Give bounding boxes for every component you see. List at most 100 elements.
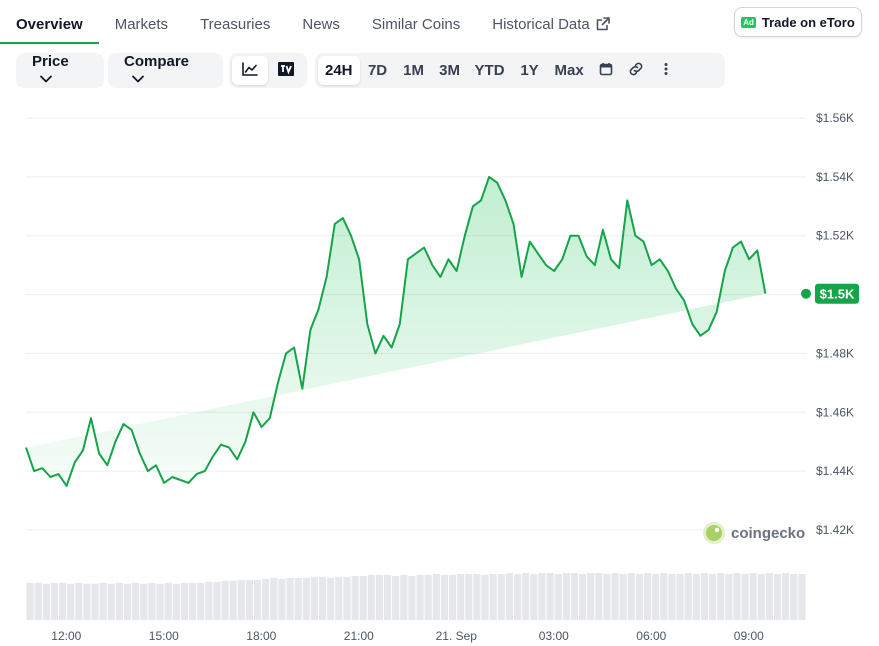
volume-bar xyxy=(668,573,676,620)
volume-bar xyxy=(449,574,457,620)
volume-bar xyxy=(660,573,668,620)
volume-bar xyxy=(237,579,245,620)
volume-bar xyxy=(465,573,473,620)
x-tick-label: 09:00 xyxy=(734,629,764,643)
volume-bar xyxy=(140,583,148,620)
volume-bar xyxy=(286,577,294,620)
volume-bar xyxy=(294,577,302,620)
volume-bar xyxy=(481,574,489,620)
volume-bar xyxy=(205,581,213,620)
volume-bar xyxy=(611,573,619,620)
coingecko-logo-icon xyxy=(703,522,725,544)
volume-bar xyxy=(245,579,253,620)
volume-bar xyxy=(197,582,205,620)
volume-bar xyxy=(765,573,773,620)
volume-bar xyxy=(570,573,578,620)
volume-bar xyxy=(335,576,343,620)
volume-bar xyxy=(790,573,798,620)
x-tick-label: 03:00 xyxy=(539,629,569,643)
volume-bar xyxy=(367,574,375,620)
volume-bar xyxy=(733,573,741,620)
volume-bar xyxy=(644,573,652,620)
volume-bar xyxy=(180,582,188,620)
volume-bar xyxy=(400,574,408,620)
volume-bar xyxy=(652,573,660,620)
y-tick-label: $1.46K xyxy=(816,405,854,419)
volume-bar xyxy=(172,583,180,620)
volume-bar xyxy=(424,574,432,620)
volume-bar xyxy=(619,573,627,620)
volume-bar xyxy=(416,574,424,620)
volume-bar xyxy=(579,573,587,620)
volume-bar xyxy=(148,582,156,620)
volume-bar xyxy=(489,573,497,620)
volume-bar xyxy=(473,573,481,620)
volume-bar xyxy=(700,573,708,620)
volume-bar xyxy=(497,573,505,620)
volume-bar xyxy=(351,575,359,620)
volume-bar xyxy=(530,573,538,620)
volume-bar xyxy=(189,582,197,620)
volume-bar xyxy=(50,582,58,620)
volume-bar xyxy=(554,573,562,620)
volume-bar xyxy=(725,573,733,620)
current-price-dot xyxy=(801,288,811,299)
y-tick-label: $1.44K xyxy=(816,464,854,478)
price-area-fill xyxy=(26,176,766,486)
volume-bar xyxy=(254,579,262,620)
x-tick-label: 18:00 xyxy=(246,629,276,643)
volume-bar xyxy=(392,575,400,620)
volume-bar xyxy=(538,573,546,620)
volume-bar xyxy=(546,573,554,620)
volume-bar xyxy=(59,582,67,620)
coingecko-watermark: coingecko xyxy=(703,522,805,544)
volume-bar xyxy=(692,573,700,620)
volume-bar xyxy=(302,577,310,620)
y-tick-label: $1.42K xyxy=(816,523,854,537)
volume-bar xyxy=(514,573,522,620)
volume-bar xyxy=(34,582,42,620)
volume-bar xyxy=(505,573,513,620)
volume-bar xyxy=(562,573,570,620)
volume-bar xyxy=(627,573,635,620)
volume-bar xyxy=(359,575,367,620)
volume-bar xyxy=(278,578,286,620)
y-tick-label: $1.56K xyxy=(816,111,854,125)
volume-bar xyxy=(782,573,790,620)
volume-bar xyxy=(91,583,99,620)
coingecko-wordmark: coingecko xyxy=(731,525,805,542)
volume-bar xyxy=(798,573,806,620)
volume-bar xyxy=(42,583,50,620)
x-tick-label: 21. Sep xyxy=(436,629,478,643)
volume-bar xyxy=(229,580,237,620)
volume-bar xyxy=(343,576,351,620)
current-price-label: $1.5K xyxy=(820,287,855,302)
volume-bar xyxy=(432,573,440,620)
volume-bar xyxy=(709,573,717,620)
price-chart: $1.56K $1.54K $1.52K $1.5K $1.48K $1.46K $1.44… xyxy=(25,111,859,643)
volume-bar xyxy=(107,583,115,620)
volume-bar xyxy=(310,576,318,620)
volume-bar xyxy=(26,582,34,620)
volume-bar xyxy=(457,573,465,620)
volume-bar xyxy=(717,573,725,620)
volume-bar xyxy=(408,575,416,620)
volume-bar xyxy=(587,573,595,620)
volume-bar xyxy=(595,573,603,620)
volume-bar xyxy=(164,582,172,620)
volume-bar xyxy=(741,573,749,620)
volume-bar xyxy=(603,573,611,620)
volume-bar xyxy=(440,574,448,620)
volume-bar xyxy=(262,578,270,620)
volume-bar xyxy=(213,581,221,620)
volume-bar xyxy=(132,582,140,620)
volume-bar xyxy=(522,573,530,620)
volume-bar xyxy=(635,573,643,620)
y-tick-label: $1.54K xyxy=(816,170,854,184)
volume-bar xyxy=(684,573,692,620)
volume-bar xyxy=(124,583,132,620)
volume-bar xyxy=(99,582,107,620)
volume-bar xyxy=(67,583,75,620)
volume-bar xyxy=(115,582,123,620)
x-tick-label: 12:00 xyxy=(51,629,81,643)
